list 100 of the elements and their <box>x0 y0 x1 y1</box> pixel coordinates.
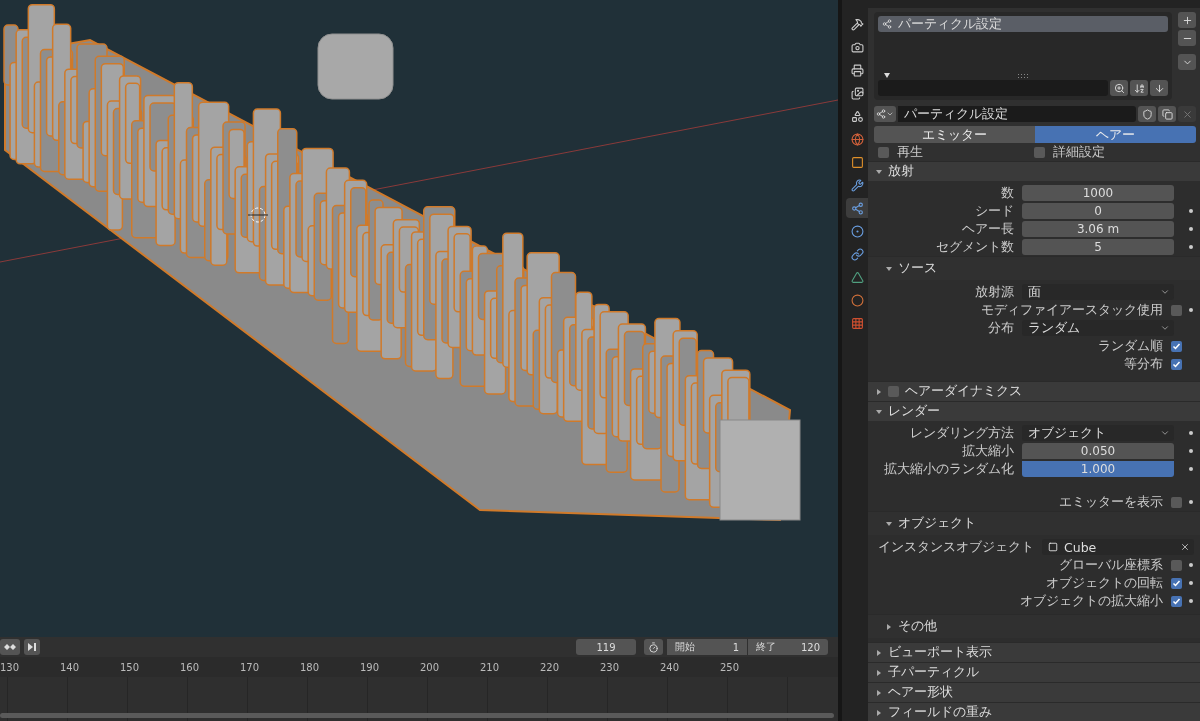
chevron-down-icon <box>1160 287 1170 297</box>
field-label: シード <box>974 203 1014 219</box>
checkbox[interactable] <box>1171 358 1182 370</box>
scrollbar[interactable] <box>0 713 834 718</box>
start-frame-field[interactable]: 開始 1 <box>667 639 747 655</box>
grip-icon[interactable] <box>1018 74 1028 78</box>
checkbox[interactable] <box>1171 595 1182 607</box>
fake-user-button[interactable] <box>1138 106 1156 122</box>
animate-dot-icon[interactable] <box>1189 563 1193 567</box>
number-field[interactable]: 0.050 <box>1022 443 1174 459</box>
unlink-button[interactable] <box>1178 106 1196 122</box>
number-field[interactable]: 5 <box>1022 239 1174 255</box>
triangle-right-icon <box>876 669 882 676</box>
copy-icon <box>1161 108 1173 120</box>
animate-dot-icon[interactable] <box>1189 209 1193 213</box>
type-tab[interactable]: エミッター <box>874 126 1035 143</box>
field-label: 放射源 <box>974 284 1014 300</box>
panel-header[interactable]: レンダー <box>868 401 1200 421</box>
frame-number: 170 <box>240 661 261 673</box>
images-icon <box>850 86 864 100</box>
checkbox[interactable] <box>1171 559 1182 571</box>
panel-header[interactable]: フィールドの重み <box>868 702 1200 721</box>
animate-dot-icon[interactable] <box>1189 245 1193 249</box>
3d-cursor-icon <box>247 207 269 223</box>
close-icon <box>1181 108 1193 120</box>
panel-header[interactable]: ヘアーダイナミクス <box>868 381 1200 401</box>
triangle-down-icon <box>876 408 882 415</box>
checkbox-label: モディファイアースタック使用 <box>981 302 1163 318</box>
dropdown[interactable]: 面 <box>1022 284 1174 300</box>
end-frame-field[interactable]: 終了 120 <box>748 639 828 655</box>
checkbox[interactable] <box>878 147 889 158</box>
number-field[interactable]: 1000 <box>1022 185 1174 201</box>
zoom-in-icon <box>1113 82 1125 94</box>
sphere-icon <box>850 293 864 307</box>
frame-number: 240 <box>660 661 681 673</box>
checkbox[interactable] <box>1171 577 1182 589</box>
jump-end-button[interactable] <box>24 639 40 655</box>
properties-tab[interactable] <box>846 198 868 218</box>
triangle-down-icon[interactable] <box>884 73 890 78</box>
diamond-icon <box>4 643 16 651</box>
checkbox[interactable] <box>888 386 899 397</box>
frame-number: 190 <box>360 661 381 673</box>
particles-icon <box>876 109 886 119</box>
frame-number: 200 <box>420 661 441 673</box>
animate-dot-icon[interactable] <box>1189 467 1193 471</box>
duplicate-button[interactable] <box>1158 106 1176 122</box>
number-field[interactable]: 1.000 <box>1022 461 1174 477</box>
square-icon <box>850 155 864 169</box>
checkbox-label: 再生 <box>897 144 923 161</box>
checkbox[interactable] <box>1171 340 1182 352</box>
animate-dot-icon[interactable] <box>1189 500 1193 504</box>
checkbox[interactable] <box>1171 496 1182 508</box>
frame-number: 180 <box>300 661 321 673</box>
frame-number: 140 <box>60 661 81 673</box>
panel-header[interactable]: ビューポート表示 <box>868 642 1200 662</box>
animate-dot-icon[interactable] <box>1189 431 1193 435</box>
stopwatch-button[interactable] <box>644 639 663 655</box>
sort-alpha-button[interactable] <box>1130 80 1148 96</box>
field-label: インスタンスオブジェクト <box>878 539 1034 555</box>
triangle-down-icon <box>886 265 892 272</box>
chevron-down-icon <box>1160 323 1170 333</box>
dropdown[interactable]: ランダム <box>1022 320 1174 336</box>
number-field[interactable]: 0 <box>1022 203 1174 219</box>
animate-dot-icon[interactable] <box>1189 581 1193 585</box>
panel-header[interactable]: ヘアー形状 <box>868 682 1200 702</box>
zoom-in-button[interactable] <box>1110 80 1128 96</box>
remove-button[interactable] <box>1178 30 1196 46</box>
frame-number: 210 <box>480 661 501 673</box>
checkbox[interactable] <box>1034 147 1045 158</box>
object-field[interactable]: Cube <box>1042 539 1194 555</box>
animate-dot-icon[interactable] <box>1189 227 1193 231</box>
keyframe-jump-button[interactable] <box>0 639 20 655</box>
settings-name-field[interactable]: パーティクル設定 <box>898 106 1136 122</box>
checkbox-label: 詳細設定 <box>1053 144 1105 161</box>
browse-settings-button[interactable] <box>874 106 896 122</box>
sort-order-button[interactable] <box>1150 80 1168 96</box>
number-field[interactable]: 3.06 m <box>1022 221 1174 237</box>
menu-chevron-button[interactable] <box>1178 54 1196 70</box>
checkbox-label: ランダム順 <box>1098 338 1163 354</box>
checker-icon <box>850 316 864 330</box>
triangle-right-icon <box>876 388 882 395</box>
frame-number: 230 <box>600 661 621 673</box>
panel-header[interactable]: 子パーティクル <box>868 662 1200 682</box>
close-icon[interactable] <box>1180 542 1190 552</box>
dropdown[interactable]: オブジェクト <box>1022 425 1174 441</box>
current-frame-field[interactable]: 119 <box>576 639 636 655</box>
animate-dot-icon[interactable] <box>1189 449 1193 453</box>
checkbox[interactable] <box>1171 304 1182 316</box>
3d-viewport[interactable] <box>0 0 838 637</box>
animate-dot-icon[interactable] <box>1189 599 1193 603</box>
panel-header[interactable]: 放射 <box>868 161 1200 181</box>
square-icon <box>1048 542 1058 552</box>
list-item[interactable]: パーティクル設定 <box>878 16 1168 32</box>
type-tab[interactable]: ヘアー <box>1035 126 1196 143</box>
shapes-icon <box>850 109 864 123</box>
circle-dot-icon <box>850 224 864 238</box>
animate-dot-icon[interactable] <box>1189 308 1193 312</box>
printer-icon <box>850 63 864 77</box>
frame-number: 150 <box>120 661 141 673</box>
add-button[interactable] <box>1178 12 1196 28</box>
